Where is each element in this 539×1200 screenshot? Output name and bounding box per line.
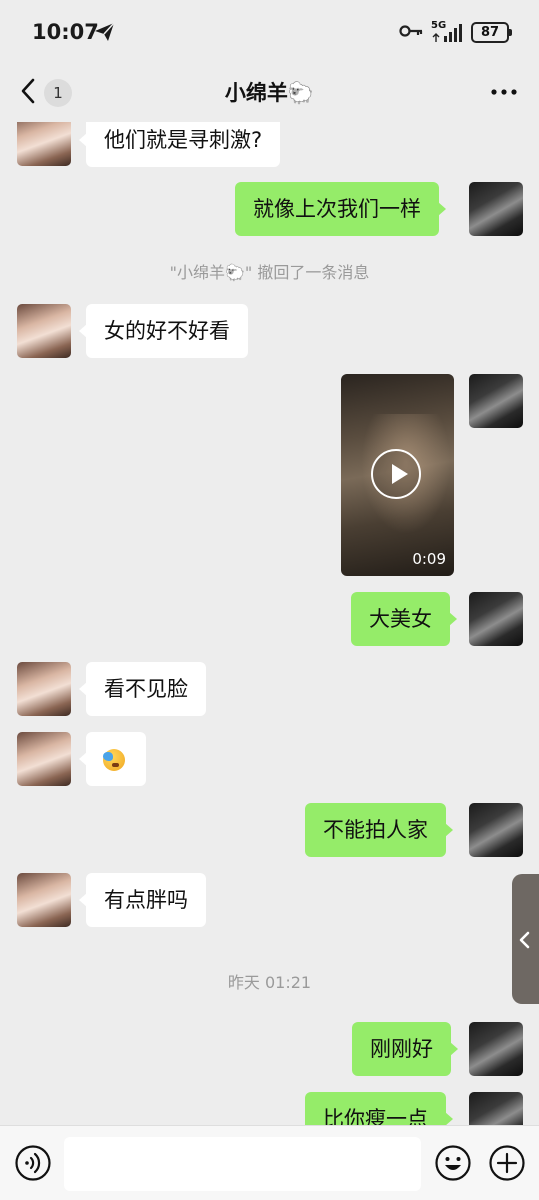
message-bubble-outgoing[interactable]: 不能拍人家 (305, 803, 453, 857)
key-icon (399, 23, 423, 42)
more-dots-icon (491, 89, 517, 108)
contact-avatar[interactable] (17, 732, 71, 786)
message-bubble-incoming[interactable]: 有点胖吗 (79, 873, 206, 927)
my-avatar[interactable] (469, 1022, 523, 1076)
message-bubble-outgoing[interactable]: 比你瘦一点 (305, 1092, 453, 1125)
contact-avatar[interactable] (17, 304, 71, 358)
video-message[interactable]: 0:09 (341, 374, 454, 576)
facepalm-crying-emoji-icon (103, 749, 125, 771)
timestamp: 昨天 01:21 (227, 973, 312, 992)
side-drawer-handle[interactable] (512, 874, 539, 1004)
message-bubble-outgoing[interactable]: 大美女 (351, 592, 457, 646)
play-icon[interactable] (371, 449, 421, 499)
emoji-button[interactable] (434, 1144, 472, 1186)
my-avatar[interactable] (469, 592, 523, 646)
status-time: 10:07 (32, 20, 99, 44)
chat-header: 1 小绵羊🐑 (0, 62, 539, 122)
my-avatar[interactable] (469, 803, 523, 857)
emoji-icon (435, 1145, 471, 1181)
status-icons: 5G 87 (399, 20, 512, 43)
message-bubble-incoming[interactable]: 看不见脸 (79, 662, 206, 716)
plus-icon (489, 1145, 525, 1181)
message-list[interactable]: 他们就是寻刺激? 就像上次我们一样 "小绵羊🐑" 撤回了一条消息 女的好不好看 … (0, 122, 539, 1125)
my-avatar[interactable] (469, 182, 523, 236)
voice-button[interactable] (14, 1144, 52, 1186)
signal-5g-icon: 5G (431, 20, 463, 43)
chat-title: 小绵羊🐑 (224, 81, 315, 105)
send-location-icon (94, 22, 116, 46)
status-bar: 10:07 5G 87 (0, 0, 539, 62)
contact-avatar[interactable] (17, 873, 71, 927)
video-duration: 0:09 (412, 550, 446, 568)
contact-avatar[interactable] (17, 122, 71, 166)
chevron-left-icon (519, 931, 530, 949)
input-bar (0, 1125, 539, 1200)
more-button[interactable] (491, 80, 517, 108)
message-bubble-incoming[interactable] (79, 732, 146, 786)
message-bubble-incoming[interactable]: 他们就是寻刺激? (78, 122, 281, 167)
recall-notice: "小绵羊🐑" 撤回了一条消息 (169, 263, 370, 282)
message-input[interactable] (64, 1137, 421, 1191)
plus-button[interactable] (488, 1144, 526, 1186)
message-bubble-outgoing[interactable]: 刚刚好 (352, 1022, 458, 1076)
voice-icon (15, 1145, 51, 1181)
contact-avatar[interactable] (17, 662, 71, 716)
message-bubble-incoming[interactable]: 女的好不好看 (79, 304, 248, 358)
my-avatar[interactable] (469, 374, 523, 428)
battery-indicator: 87 (471, 22, 512, 43)
message-bubble-outgoing[interactable]: 就像上次我们一样 (235, 182, 446, 236)
my-avatar[interactable] (469, 1092, 523, 1125)
